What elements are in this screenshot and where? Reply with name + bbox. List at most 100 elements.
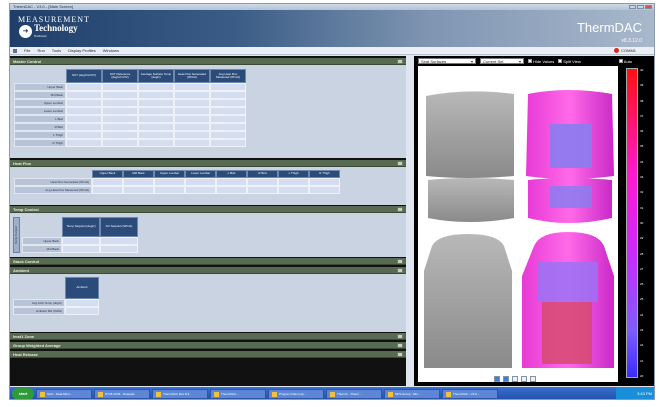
menu-windows[interactable]: Windows	[103, 48, 119, 53]
grid-cell	[174, 115, 210, 123]
data-select[interactable]: Current Set ▾	[480, 58, 524, 64]
scale-tick-label: 32	[640, 190, 644, 195]
scale-tick-label: 31	[640, 205, 644, 210]
grid-cell	[123, 178, 154, 186]
temp-control-side-tab[interactable]: Temp Control	[13, 217, 20, 253]
grid-input[interactable]	[100, 237, 138, 245]
section-heat-flux: Heat Flux Upper Back Mid Back Upper Lumbar…	[10, 160, 406, 205]
menu-tools[interactable]: Tools	[52, 48, 61, 53]
grid-cell	[102, 139, 138, 147]
taskbar-item[interactable]: ThermC - Therm...	[326, 389, 382, 399]
scale-tick-label: 24	[640, 312, 644, 317]
collapse-toggle-icon[interactable]	[397, 59, 403, 64]
grid-cell	[138, 99, 174, 107]
scale-tick-label: 27	[640, 266, 644, 271]
collapse-toggle-icon[interactable]	[397, 334, 403, 339]
seat-back-grey-surface[interactable]	[426, 91, 514, 178]
app-icon	[98, 391, 103, 397]
seat-back-heat-zone	[550, 124, 592, 168]
scale-tick-label: 40	[640, 68, 644, 72]
grid-cell	[66, 91, 102, 99]
taskbar-item[interactable]: ThermDAC Rev 8.3...	[152, 389, 208, 399]
section-header[interactable]: Imst1 Zone	[10, 333, 406, 340]
taskbar-item[interactable]: RT18 2Ch6 - Notepad	[94, 389, 150, 399]
scale-tick-label: 25	[640, 297, 644, 302]
status-label: COMM1	[621, 48, 636, 53]
section-title: Temp Control	[13, 207, 39, 212]
hide-values-checkbox[interactable]: Hide Values	[528, 59, 554, 64]
split-view-checkbox[interactable]: Split View	[558, 59, 581, 64]
scale-tick-label: 28	[640, 251, 644, 256]
grid-header: Temp Setpoint (degC)	[62, 217, 100, 237]
app-icon	[156, 391, 161, 397]
visualization-panel: Seat Surfaces ▾ Current Set ▾ Hide Values …	[414, 56, 654, 394]
taskbar-item[interactable]: MFS Group - Mic...	[384, 389, 440, 399]
app-icon	[272, 391, 277, 397]
collapse-toggle-icon[interactable]	[397, 268, 403, 273]
section-body: Upper Back Mid Back Upper Lumbar Lower Lumb…	[10, 167, 406, 205]
taskbar-item[interactable]: ThermDAC - V3.0...	[442, 389, 498, 399]
chevron-down-icon: ▾	[470, 59, 473, 64]
auto-scale-checkbox[interactable]: Auto	[618, 58, 633, 64]
checkbox-label: Auto	[623, 58, 633, 64]
section-header[interactable]: Stack Control	[10, 258, 406, 265]
start-button[interactable]: start	[12, 388, 34, 399]
master-control-grid: SCT (degC/mV/V) SCT Reference (degC/mV/V)…	[14, 69, 246, 147]
section-header[interactable]: Temp Control	[10, 206, 406, 213]
section-header[interactable]: Ambient	[10, 267, 406, 274]
menu-file[interactable]: File	[24, 48, 30, 53]
grid-cell	[174, 131, 210, 139]
taskbar-item[interactable]: ThermDAC...	[210, 389, 266, 399]
zoom-out-icon[interactable]	[503, 376, 509, 382]
collapse-toggle-icon[interactable]	[397, 207, 403, 212]
maximize-button[interactable]	[637, 5, 644, 9]
menu-run[interactable]: Run	[37, 48, 44, 53]
view-select-value: Seat Surfaces	[421, 59, 447, 64]
section-header[interactable]: Master Control	[10, 58, 406, 65]
camera-icon[interactable]	[530, 376, 536, 382]
view-select[interactable]: Seat Surfaces ▾	[418, 58, 476, 64]
row-label: Avg Heat Flux Measured (W/m2)	[14, 186, 92, 194]
temperature-color-scale	[626, 68, 638, 378]
seat-lumbar-grey-surface[interactable]	[428, 178, 514, 222]
section-header[interactable]: Group Weighted Average	[10, 342, 406, 349]
app-menu-icon[interactable]	[13, 48, 17, 53]
grid-cell	[138, 123, 174, 131]
row-label: R Thigh	[14, 139, 66, 147]
grid-cell	[309, 186, 340, 194]
scale-tick-label: 20	[640, 373, 644, 378]
section-header[interactable]: Heat Release	[10, 351, 406, 358]
pan-icon[interactable]	[521, 376, 527, 382]
zoom-in-icon[interactable]	[494, 376, 500, 382]
rotate-icon[interactable]	[512, 376, 518, 382]
seat-surface-render	[424, 90, 614, 368]
grid-cell	[278, 186, 309, 194]
grid-header: AC Setpoint (W/m2)	[100, 217, 138, 237]
collapse-toggle-icon[interactable]	[397, 352, 403, 357]
seat-cushion-upper-zone	[538, 262, 598, 302]
scale-tick-label: 38	[640, 98, 644, 103]
collapse-toggle-icon[interactable]	[397, 161, 403, 166]
section-body: Temp Control Temp Setpoint (degC) AC Setp…	[10, 213, 406, 257]
minimize-button[interactable]	[629, 5, 636, 9]
grid-input[interactable]	[100, 245, 138, 253]
collapse-toggle-icon[interactable]	[397, 259, 403, 264]
grid-input[interactable]	[62, 237, 100, 245]
app-icon	[388, 391, 393, 397]
grid-cell	[138, 139, 174, 147]
grid-cell	[65, 307, 99, 315]
section-header[interactable]: Heat Flux	[10, 160, 406, 167]
grid-corner	[22, 217, 62, 237]
grid-input[interactable]	[62, 245, 100, 253]
seat-surface-viewport[interactable]	[418, 66, 618, 382]
section-title: Heat Flux	[13, 161, 32, 166]
collapse-toggle-icon[interactable]	[397, 343, 403, 348]
view-toolbar: Seat Surfaces ▾ Current Set ▾ Hide Values …	[418, 58, 632, 64]
taskbar-item[interactable]: Program Files [vo]...	[268, 389, 324, 399]
scale-tick-label: 37	[640, 113, 644, 118]
close-button[interactable]	[645, 5, 652, 9]
menu-display-profiles[interactable]: Display Profiles	[68, 48, 96, 53]
seat-cushion-grey-surface[interactable]	[424, 234, 512, 368]
taskbar-item[interactable]: SAO - Data Mirro...	[36, 389, 92, 399]
grid-cell	[210, 123, 246, 131]
